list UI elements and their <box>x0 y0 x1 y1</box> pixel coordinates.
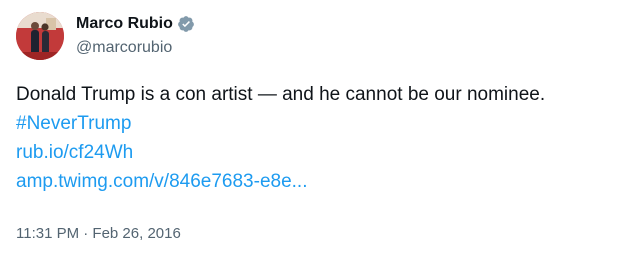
author-handle[interactable]: @marcorubio <box>76 38 195 58</box>
short-link[interactable]: rub.io/cf24Wh <box>16 138 626 167</box>
tweet-text: Donald Trump is a con artist — and he ca… <box>16 84 546 105</box>
tweet-timestamp[interactable]: 11:31 PM · Feb 26, 2016 <box>16 224 181 244</box>
tweet-body: Donald Trump is a con artist — and he ca… <box>16 80 626 196</box>
hashtag-link[interactable]: #NeverTrump <box>16 109 626 138</box>
author-name[interactable]: Marco Rubio <box>76 14 173 34</box>
avatar[interactable] <box>16 12 64 60</box>
tweet-card: Marco Rubio @marcorubio Donald Trump is … <box>0 0 641 257</box>
avatar-photo <box>16 12 64 60</box>
tweet-header: Marco Rubio @marcorubio <box>76 14 195 58</box>
verified-badge-icon[interactable] <box>177 15 195 33</box>
media-link[interactable]: amp.twimg.com/v/846e7683-e8e... <box>16 167 626 196</box>
